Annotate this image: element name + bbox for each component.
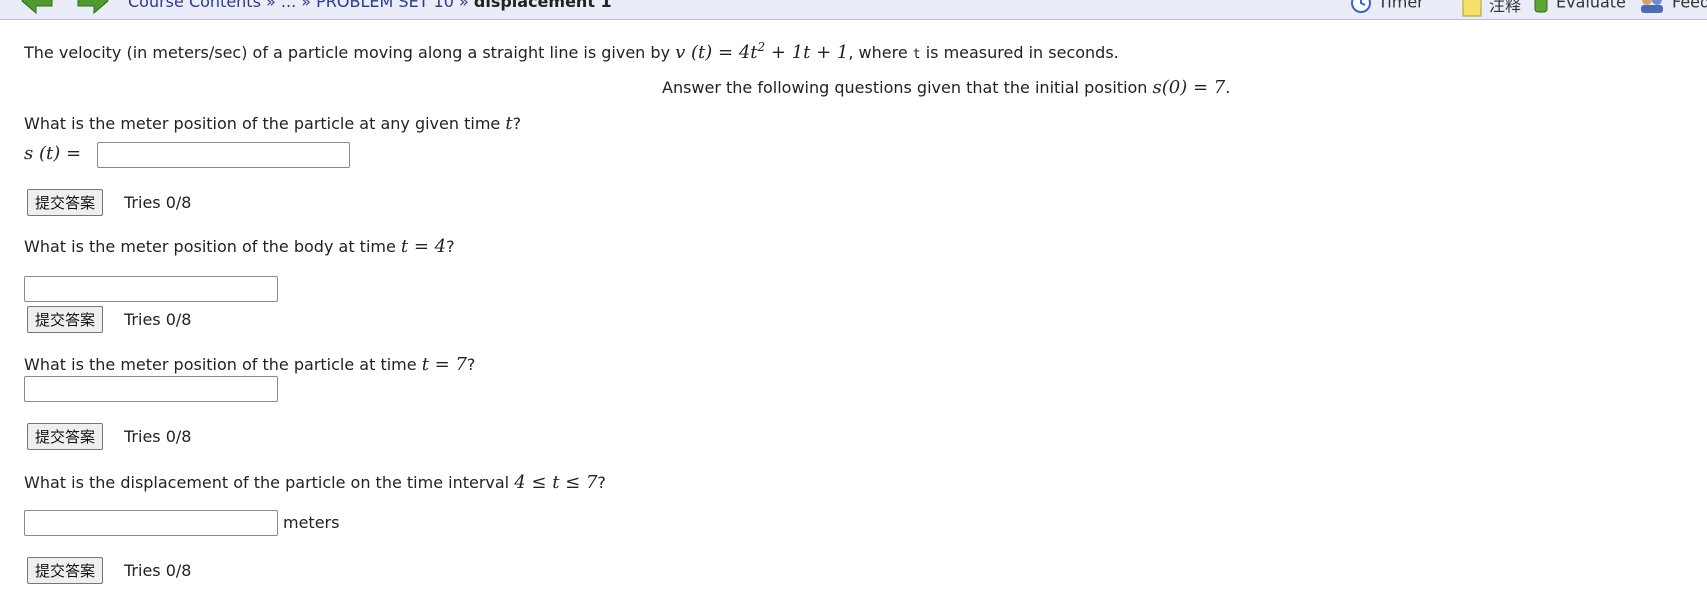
breadcrumb-problem-set[interactable]: PROBLEM SET 10 [316,0,454,11]
submit-button-q1[interactable]: 提交答案 [27,189,104,216]
breadcrumb-course-contents[interactable]: Course Contents [128,0,261,11]
note-icon [1462,0,1482,16]
breadcrumb: Course Contents » ... » PROBLEM SET 10 »… [128,0,612,11]
answer-input-q3[interactable] [24,376,278,402]
tries-count-q4: Tries 0/8 [124,561,192,580]
breadcrumb-ellipsis[interactable]: ... [281,0,296,11]
feedback-people-icon [1641,0,1663,13]
timer-button[interactable]: Timer [1350,0,1424,14]
breadcrumb-current: displacement 1 [473,0,612,11]
question-4-prompt: What is the displacement of the particle… [24,472,606,493]
top-nav-bar: Course Contents » ... » PROBLEM SET 10 »… [0,0,1707,20]
tries-count-q1: Tries 0/8 [124,193,192,212]
answer-label-s-of-t: s (t) = [24,143,82,164]
evaluate-button[interactable]: Evaluate [1532,0,1626,14]
submit-button-q3[interactable]: 提交答案 [27,423,104,450]
evaluate-icon [1534,0,1548,13]
feedback-button[interactable]: Feed [1638,0,1707,14]
clock-icon [1351,0,1371,13]
submit-button-q2[interactable]: 提交答案 [27,306,104,333]
answer-input-q4[interactable] [24,510,278,536]
question-2-prompt: What is the meter position of the body a… [24,236,455,257]
tries-count-q2: Tries 0/8 [124,310,192,329]
submit-button-q4[interactable]: 提交答案 [27,557,104,584]
velocity-function: v (t) = 4t2 + 1t + 1 [675,40,849,63]
question-3-prompt: What is the meter position of the partic… [24,354,476,375]
notes-button[interactable]: 注释 [1461,0,1521,18]
answer-input-q2[interactable] [24,276,278,302]
back-arrow-icon[interactable] [20,0,54,14]
initial-condition: Answer the following questions given tha… [662,77,1231,98]
answer-input-q1[interactable] [97,142,350,168]
question-1-prompt: What is the meter position of the partic… [24,113,522,134]
problem-intro: The velocity (in meters/sec) of a partic… [24,40,1119,63]
unit-label-meters: meters [283,513,340,532]
tries-count-q3: Tries 0/8 [124,427,192,446]
forward-arrow-icon[interactable] [76,0,110,14]
